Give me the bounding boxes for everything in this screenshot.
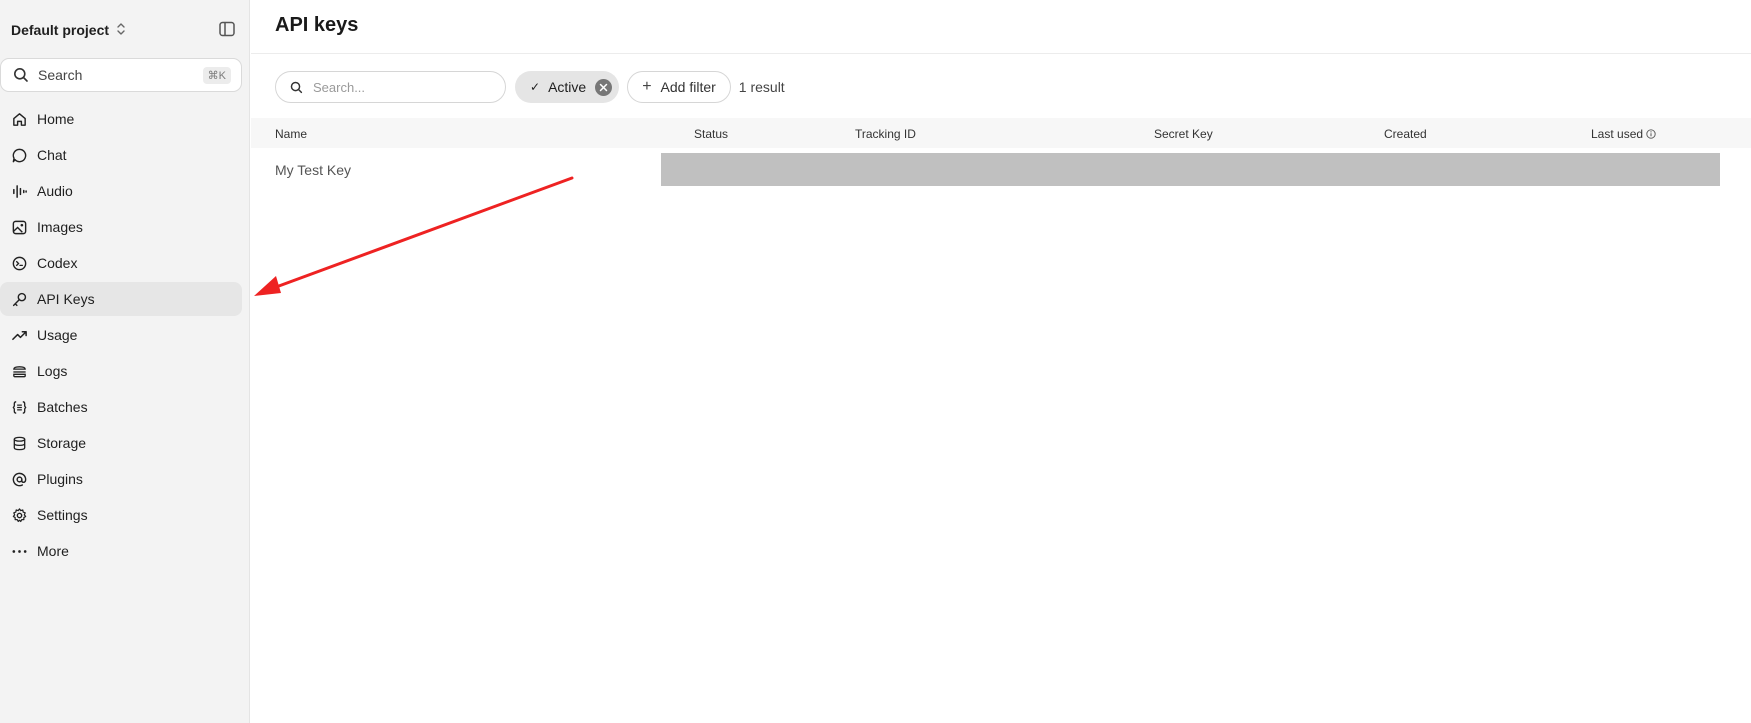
active-filter-label: Active <box>548 79 587 95</box>
chevron-updown-icon <box>115 22 127 39</box>
search-icon <box>14 68 28 82</box>
column-header-last-used-label: Last used <box>1591 127 1644 141</box>
sidebar-item-label: Chat <box>37 147 67 163</box>
filter-bar: ✓ Active + Add filter 1 result <box>275 71 785 103</box>
sidebar-item-storage[interactable]: Storage <box>0 426 242 460</box>
sidebar-nav: Home Chat Audio Images Codex API Keys Us… <box>0 102 242 570</box>
annotation-arrow <box>254 176 574 296</box>
sidebar-item-label: Audio <box>37 183 73 199</box>
logs-stack-icon <box>13 365 26 377</box>
page-title: API keys <box>275 14 359 36</box>
sidebar-item-label: Plugins <box>37 471 83 487</box>
column-header-tracking-id[interactable]: Tracking ID <box>855 127 916 141</box>
sidebar-item-label: Storage <box>37 435 87 451</box>
active-filter-chip[interactable]: ✓ Active <box>515 71 620 103</box>
column-header-secret-key[interactable]: Secret Key <box>1154 127 1213 141</box>
sidebar-item-label: Settings <box>37 507 88 523</box>
plugin-at-icon <box>12 472 27 486</box>
column-header-name[interactable]: Name <box>275 127 307 141</box>
key-icon <box>12 292 27 306</box>
main-content: API keys ✓ Active + Add filter 1 result … <box>251 0 1751 723</box>
column-header-status[interactable]: Status <box>694 127 728 141</box>
chat-bubble-icon <box>12 148 27 162</box>
sidebar-item-plugins[interactable]: Plugins <box>0 462 242 496</box>
sidebar-search[interactable]: Search ⌘K <box>0 58 242 92</box>
sidebar-item-settings[interactable]: Settings <box>0 498 242 532</box>
sidebar-item-logs[interactable]: Logs <box>0 354 242 388</box>
sidebar-item-label: Codex <box>37 255 78 271</box>
sidebar-item-label: More <box>37 543 69 559</box>
sidebar-search-label: Search <box>38 67 83 83</box>
check-icon: ✓ <box>530 80 541 94</box>
database-icon <box>13 436 26 450</box>
remove-filter-icon[interactable] <box>595 78 613 96</box>
search-shortcut-badge: ⌘K <box>202 66 231 84</box>
column-header-created[interactable]: Created <box>1384 127 1427 141</box>
batches-braces-icon <box>12 400 27 414</box>
keys-search-input[interactable] <box>311 78 485 96</box>
sidebar-item-label: Batches <box>37 399 88 415</box>
audio-waveform-icon <box>13 184 27 198</box>
codex-terminal-icon <box>12 256 27 270</box>
sidebar-item-usage[interactable]: Usage <box>0 318 242 352</box>
sidebar-item-more[interactable]: More <box>0 534 242 568</box>
result-count: 1 result <box>738 79 785 95</box>
sidebar-item-images[interactable]: Images <box>0 210 242 244</box>
project-name: Default project <box>11 22 110 38</box>
sidebar: Default project Search ⌘K Home Chat Audi… <box>0 0 250 723</box>
add-filter-button[interactable]: + Add filter <box>627 71 731 103</box>
image-icon <box>12 220 27 234</box>
trending-up-icon <box>12 330 27 340</box>
table-header: Name Status Tracking ID Secret Key Creat… <box>251 118 1751 148</box>
info-icon[interactable] <box>1646 129 1656 139</box>
sidebar-item-codex[interactable]: Codex <box>0 246 242 280</box>
sidebar-item-label: API Keys <box>37 291 95 307</box>
redacted-row-details <box>661 153 1720 186</box>
sidebar-toggle-icon[interactable] <box>218 20 236 38</box>
gear-icon <box>12 507 27 522</box>
sidebar-item-api-keys[interactable]: API Keys <box>0 282 242 316</box>
sidebar-item-label: Images <box>37 219 83 235</box>
add-filter-label: Add filter <box>660 79 716 95</box>
sidebar-item-chat[interactable]: Chat <box>0 138 242 172</box>
project-selector[interactable]: Default project <box>11 20 127 40</box>
column-header-last-used[interactable]: Last used <box>1591 127 1656 141</box>
keys-search-box[interactable] <box>275 71 506 103</box>
sidebar-item-label: Logs <box>37 363 68 379</box>
more-dots-icon <box>12 549 27 553</box>
header-divider <box>251 53 1751 54</box>
sidebar-item-label: Home <box>37 111 75 127</box>
home-icon <box>13 112 26 126</box>
sidebar-item-home[interactable]: Home <box>0 102 242 136</box>
sidebar-item-audio[interactable]: Audio <box>0 174 242 208</box>
sidebar-item-label: Usage <box>37 327 78 343</box>
sidebar-item-batches[interactable]: Batches <box>0 390 242 424</box>
search-icon <box>290 81 303 93</box>
plus-icon: + <box>642 78 652 95</box>
